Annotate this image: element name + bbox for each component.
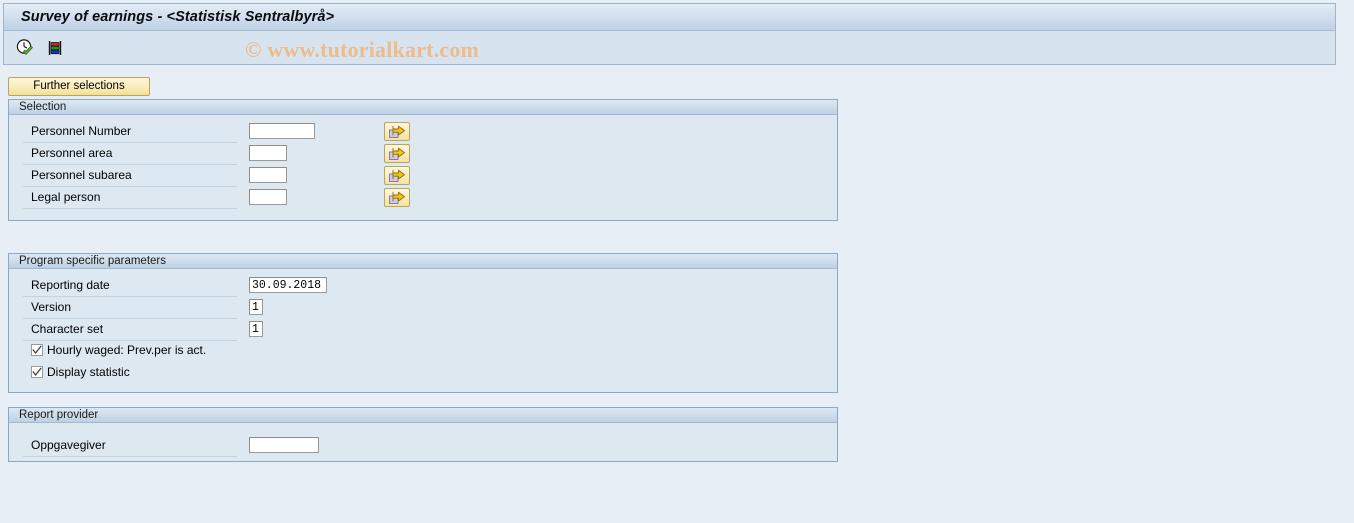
check-icon xyxy=(32,367,42,377)
oppgavegiver-label: Oppgavegiver xyxy=(31,438,106,452)
selection-panel-body: Personnel Number Personnel area Personne… xyxy=(9,115,837,220)
row-separator xyxy=(23,456,237,457)
character-set-label: Character set xyxy=(31,322,104,336)
hourly-waged-checkbox-row[interactable]: Hourly waged: Prev.per is act. xyxy=(31,341,206,359)
window-titlebar: Survey of earnings - <Statistisk Sentral… xyxy=(3,3,1336,30)
personnel-number-label: Personnel Number xyxy=(31,124,132,138)
form-row: Personnel area xyxy=(9,143,837,165)
form-row: Version xyxy=(9,297,837,319)
program-specific-parameters-panel: Program specific parameters Reporting da… xyxy=(8,253,838,393)
selection-panel-header: Selection xyxy=(9,100,837,115)
version-label: Version xyxy=(31,300,72,314)
personnel-subarea-input[interactable] xyxy=(249,167,287,183)
hourly-waged-label: Hourly waged: Prev.per is act. xyxy=(47,343,207,357)
display-statistic-label: Display statistic xyxy=(47,365,130,379)
hourly-waged-checkbox[interactable] xyxy=(31,344,43,356)
toolbar-icon-group xyxy=(13,36,67,60)
row-separator xyxy=(23,208,237,209)
legal-person-input[interactable] xyxy=(249,189,287,205)
multiple-selection-arrow-icon xyxy=(389,169,405,182)
legal-person-label: Legal person xyxy=(31,190,101,204)
form-row: Reporting date xyxy=(9,275,837,297)
selection-panel: Selection Personnel Number Personnel are… xyxy=(8,99,838,221)
page-title: Survey of earnings - <Statistisk Sentral… xyxy=(21,9,335,25)
form-row: Legal person xyxy=(9,187,837,209)
personnel-number-multiple-selection-button[interactable] xyxy=(384,122,410,141)
personnel-subarea-label: Personnel subarea xyxy=(31,168,132,182)
personnel-number-input[interactable] xyxy=(249,123,315,139)
reporting-date-label: Reporting date xyxy=(31,278,110,292)
personnel-area-label: Personnel area xyxy=(31,146,113,160)
application-window: Survey of earnings - <Statistisk Sentral… xyxy=(0,0,1339,68)
program-specific-parameters-header: Program specific parameters xyxy=(9,254,837,269)
form-row: Character set xyxy=(9,319,837,341)
multiple-selection-arrow-icon xyxy=(389,147,405,160)
multiple-selection-arrow-icon xyxy=(389,191,405,204)
character-set-input[interactable] xyxy=(249,321,263,337)
form-row: Oppgavegiver xyxy=(9,435,837,457)
version-input[interactable] xyxy=(249,299,263,315)
legal-person-multiple-selection-button[interactable] xyxy=(384,188,410,207)
report-provider-header: Report provider xyxy=(9,408,837,423)
personnel-area-input[interactable] xyxy=(249,145,287,161)
display-statistic-checkbox-row[interactable]: Display statistic xyxy=(31,363,130,381)
report-provider-panel: Report provider Oppgavegiver xyxy=(8,407,838,462)
execute-clock-check-icon[interactable] xyxy=(13,36,37,60)
oppgavegiver-input[interactable] xyxy=(249,437,319,453)
display-statistic-checkbox[interactable] xyxy=(31,366,43,378)
reporting-date-input[interactable] xyxy=(249,277,327,293)
site-watermark: © www.tutorialkart.com xyxy=(245,37,480,62)
check-icon xyxy=(32,345,42,355)
form-row: Personnel subarea xyxy=(9,165,837,187)
application-toolbar xyxy=(3,30,1336,65)
program-specific-parameters-body: Reporting date Version Character set Hou… xyxy=(9,269,837,392)
color-bars-list-icon[interactable] xyxy=(43,36,67,60)
multiple-selection-arrow-icon xyxy=(389,125,405,138)
personnel-subarea-multiple-selection-button[interactable] xyxy=(384,166,410,185)
further-selections-button[interactable]: Further selections xyxy=(8,77,150,96)
report-provider-body: Oppgavegiver xyxy=(9,423,837,461)
personnel-area-multiple-selection-button[interactable] xyxy=(384,144,410,163)
form-row: Personnel Number xyxy=(9,121,837,143)
